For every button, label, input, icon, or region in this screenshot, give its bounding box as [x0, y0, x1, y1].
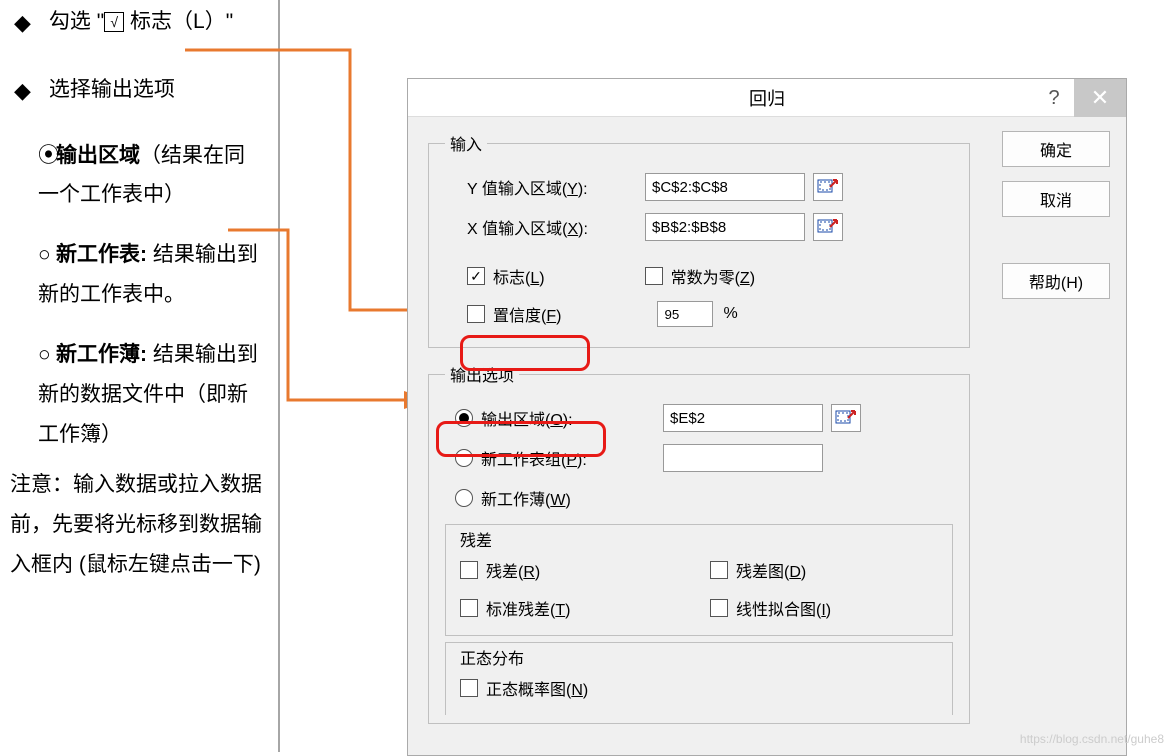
- output-group: 输出选项 输出区域(O): 新工作表组(P): 新工作薄(: [428, 362, 970, 724]
- sub-output-area: ⦿输出区域（结果在同一个工作表中）: [38, 136, 265, 216]
- bullet-1: ◆ 勾选 "√ 标志（L）": [10, 2, 265, 44]
- input-legend: 输入: [445, 131, 487, 155]
- bullet-2: ◆ 选择输出选项: [10, 70, 265, 112]
- sub-new-book: ○新工作薄: 结果输出到新的数据文件中（即新工作簿）: [38, 335, 265, 455]
- radio-empty-icon: ○: [38, 335, 56, 375]
- line-fit-label: 线性拟合图(I): [736, 596, 831, 620]
- checkmark-box-icon: √: [104, 12, 124, 32]
- residual-plot-label: 残差图(D): [736, 558, 806, 582]
- normal-group: 正态分布 正态概率图(N): [445, 642, 953, 715]
- residuals-group: 残差 残差(R) 残差图(D) 标准残差(T): [445, 524, 953, 636]
- output-area-picker[interactable]: [831, 404, 861, 432]
- cancel-button[interactable]: 取消: [1002, 181, 1110, 217]
- regression-dialog: 回归 ? ✕ 确定 取消 帮助(H) 输入 Y 值输入区域(Y): X 值输入区…: [407, 78, 1127, 756]
- residuals-legend: 残差: [456, 527, 496, 551]
- radio-empty-icon: ○: [38, 235, 56, 275]
- y-range-label: Y 值输入区域(Y):: [445, 175, 645, 199]
- bullet-1-text: 勾选 "√ 标志（L）": [49, 2, 233, 44]
- radio-filled-icon: ⦿: [38, 136, 56, 176]
- ok-button[interactable]: 确定: [1002, 131, 1110, 167]
- output-area-input[interactable]: [663, 404, 823, 432]
- diamond-icon: ◆: [14, 2, 31, 44]
- new-sheet-input[interactable]: [663, 444, 823, 472]
- dialog-title: 回归: [749, 85, 785, 111]
- std-residual-label: 标准残差(T): [486, 596, 570, 620]
- titlebar: 回归 ? ✕: [408, 79, 1126, 117]
- titlebar-help-button[interactable]: ?: [1034, 79, 1074, 117]
- close-button[interactable]: ✕: [1074, 79, 1126, 117]
- percent-label: %: [723, 305, 737, 323]
- normal-prob-checkbox[interactable]: [460, 679, 478, 697]
- const-zero-checkbox[interactable]: [645, 267, 663, 285]
- line-fit-checkbox[interactable]: [710, 599, 728, 617]
- flags-label: 标志(L): [493, 264, 545, 288]
- x-range-label: X 值输入区域(X):: [445, 215, 645, 239]
- confidence-label: 置信度(F): [493, 302, 561, 326]
- confidence-checkbox[interactable]: [467, 305, 485, 323]
- x-range-picker[interactable]: [813, 213, 843, 241]
- flags-checkbox[interactable]: [467, 267, 485, 285]
- sub-new-sheet: ○新工作表: 结果输出到新的工作表中。: [38, 235, 265, 315]
- y-range-picker[interactable]: [813, 173, 843, 201]
- const-zero-label: 常数为零(Z): [671, 264, 755, 288]
- new-book-radio[interactable]: [455, 489, 473, 507]
- residual-plot-checkbox[interactable]: [710, 561, 728, 579]
- y-range-input[interactable]: [645, 173, 805, 201]
- normal-legend: 正态分布: [456, 645, 528, 669]
- diamond-icon: ◆: [14, 70, 31, 112]
- input-group: 输入 Y 值输入区域(Y): X 值输入区域(X): 标志(L) 常数为零(Z): [428, 131, 970, 348]
- note-text: 注意：输入数据或拉入数据前，先要将光标移到数据输入框内 (鼠标左键点击一下): [10, 465, 265, 585]
- new-book-label: 新工作薄(W): [481, 486, 571, 510]
- watermark: https://blog.csdn.net/guhe8: [1020, 732, 1164, 746]
- residual-label: 残差(R): [486, 558, 540, 582]
- instruction-panel: ◆ 勾选 "√ 标志（L）" ◆ 选择输出选项 ⦿输出区域（结果在同一个工作表中…: [10, 0, 265, 585]
- std-residual-checkbox[interactable]: [460, 599, 478, 617]
- x-range-input[interactable]: [645, 213, 805, 241]
- highlight-flags: [460, 335, 590, 371]
- residual-checkbox[interactable]: [460, 561, 478, 579]
- vertical-divider: [278, 0, 280, 752]
- normal-prob-label: 正态概率图(N): [486, 676, 588, 700]
- confidence-input[interactable]: [657, 301, 713, 327]
- help-button[interactable]: 帮助(H): [1002, 263, 1110, 299]
- highlight-output: [436, 421, 606, 457]
